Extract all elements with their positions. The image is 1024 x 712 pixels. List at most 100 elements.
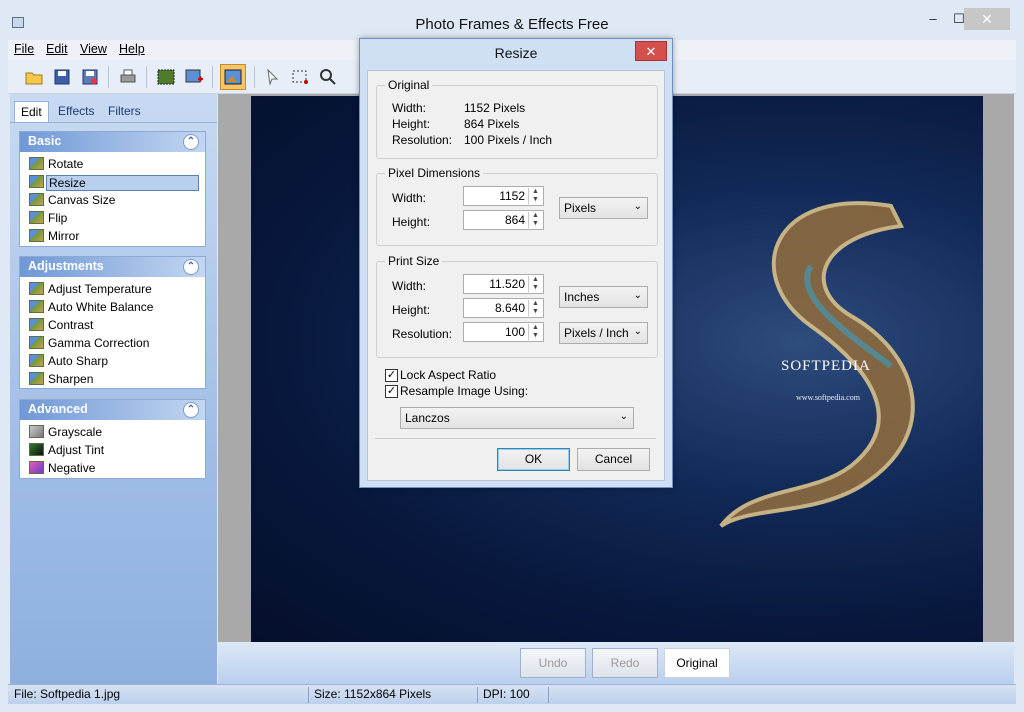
group-advanced-header[interactable]: Advanced ⌃: [20, 400, 205, 420]
tool-label: Auto White Balance: [48, 300, 154, 314]
tab-edit[interactable]: Edit: [14, 101, 49, 123]
tool-label: Mirror: [48, 229, 80, 243]
lock-aspect-checkbox[interactable]: ✓: [385, 369, 398, 382]
pixel-dimensions-legend: Pixel Dimensions: [385, 166, 484, 180]
tool-canvas-size[interactable]: Canvas Size: [20, 191, 205, 209]
pixel-width-label: Width:: [392, 191, 427, 205]
rotate-icon: [29, 157, 44, 170]
original-group: Original Width: 1152 Pixels Height: 864 …: [376, 78, 658, 159]
spinner-arrows-icon[interactable]: ▲ ▼: [528, 300, 542, 316]
tool-label: Contrast: [48, 318, 94, 332]
tool-label: Grayscale: [48, 425, 103, 439]
pointer-icon[interactable]: [262, 67, 282, 87]
tool-resize[interactable]: Resize: [20, 173, 205, 191]
redo-button[interactable]: Redo: [592, 648, 658, 678]
dialog-close-button[interactable]: ✕: [635, 41, 667, 61]
tool-adjust-temperature[interactable]: Adjust Temperature: [20, 280, 205, 298]
side-panel: Edit Effects Filters Basic ⌃ Rotate Resiz…: [10, 94, 217, 684]
original-resolution-value: 100 Pixels / Inch: [464, 133, 553, 147]
mirror-icon: [29, 229, 44, 242]
status-divider: [548, 687, 549, 703]
tool-contrast[interactable]: Contrast: [20, 316, 205, 334]
save-as-icon[interactable]: [80, 67, 100, 87]
pixel-height-spinner[interactable]: 864 ▲ ▼: [463, 210, 544, 230]
collapse-icon[interactable]: ⌃: [183, 402, 199, 418]
spinner-arrows-icon[interactable]: ▲ ▼: [528, 324, 542, 340]
window-title: Photo Frames & Effects Free: [415, 16, 609, 33]
undo-button[interactable]: Undo: [520, 648, 586, 678]
tool-negative[interactable]: Negative: [20, 459, 205, 477]
chevron-down-icon: ⌄: [619, 411, 628, 422]
image-watermark: SOFTPEDIA: [781, 358, 871, 374]
select-value: Lanczos: [405, 411, 450, 425]
spinner-arrows-icon[interactable]: ▲ ▼: [528, 212, 542, 228]
print-unit-select[interactable]: Inches ⌄: [559, 286, 648, 308]
zoom-icon[interactable]: [318, 67, 338, 87]
menu-edit[interactable]: Edit: [46, 42, 68, 56]
tool-sharpen[interactable]: Sharpen: [20, 370, 205, 388]
toolbar-separator: [146, 66, 147, 88]
tool-label: Adjust Temperature: [48, 282, 152, 296]
tool-label: Sharpen: [48, 372, 94, 386]
tool-flip[interactable]: Flip: [20, 209, 205, 227]
group-basic-header[interactable]: Basic ⌃: [20, 132, 205, 152]
tab-effects[interactable]: Effects: [52, 101, 100, 123]
tool-rotate[interactable]: Rotate: [20, 155, 205, 173]
tool-auto-white-balance[interactable]: Auto White Balance: [20, 298, 205, 316]
group-title: Adjustments: [28, 259, 104, 273]
temperature-icon: [29, 282, 44, 295]
pixel-width-spinner[interactable]: 1152 ▲ ▼: [463, 186, 544, 206]
status-divider: [477, 687, 478, 703]
status-dpi: DPI: 100: [483, 687, 530, 701]
tool-gamma-correction[interactable]: Gamma Correction: [20, 334, 205, 352]
rect-select-icon[interactable]: [290, 67, 310, 87]
canvas-size-icon: [29, 193, 44, 206]
save-icon[interactable]: [52, 67, 72, 87]
tool-grayscale[interactable]: Grayscale: [20, 423, 205, 441]
open-folder-icon[interactable]: [24, 67, 44, 87]
tab-filters[interactable]: Filters: [102, 101, 147, 123]
print-resolution-spinner[interactable]: 100 ▲ ▼: [463, 322, 544, 342]
resample-method-select[interactable]: Lanczos ⌄: [400, 407, 634, 429]
ok-button[interactable]: OK: [497, 448, 570, 471]
print-width-spinner[interactable]: 11.520 ▲ ▼: [463, 274, 544, 294]
close-button[interactable]: ✕: [964, 8, 1010, 30]
tint-icon: [29, 443, 44, 456]
original-width-label: Width:: [392, 101, 427, 115]
print-size-legend: Print Size: [385, 254, 443, 268]
gamma-icon: [29, 336, 44, 349]
menu-help[interactable]: Help: [119, 42, 145, 56]
select-value: Inches: [564, 290, 600, 304]
original-button[interactable]: Original: [664, 648, 730, 678]
collapse-icon[interactable]: ⌃: [183, 134, 199, 150]
tool-auto-sharp[interactable]: Auto Sharp: [20, 352, 205, 370]
tool-adjust-tint[interactable]: Adjust Tint: [20, 441, 205, 459]
active-tool-icon[interactable]: [220, 64, 246, 90]
spinner-value: 864: [504, 213, 525, 227]
toolbar-separator: [212, 66, 213, 88]
menu-file[interactable]: File: [14, 42, 34, 56]
tool-label: Rotate: [48, 157, 84, 171]
chevron-down-icon: ⌄: [633, 326, 642, 337]
resample-checkbox[interactable]: ✓: [385, 385, 398, 398]
spinner-arrows-icon[interactable]: ▲ ▼: [528, 276, 542, 292]
menu-view[interactable]: View: [80, 42, 107, 56]
toolbar-separator: [108, 66, 109, 88]
spinner-value: 8.640: [494, 301, 525, 315]
tool-mirror[interactable]: Mirror: [20, 227, 205, 245]
toolbar-separator: [254, 66, 255, 88]
tool-label: Auto Sharp: [48, 354, 109, 368]
collapse-icon[interactable]: ⌃: [183, 259, 199, 275]
group-title: Basic: [28, 134, 62, 148]
minimize-button[interactable]: –: [920, 10, 946, 28]
group-adjustments-header[interactable]: Adjustments ⌃: [20, 257, 205, 277]
spinner-arrows-icon[interactable]: ▲ ▼: [528, 188, 542, 204]
print-height-spinner[interactable]: 8.640 ▲ ▼: [463, 298, 544, 318]
cancel-button[interactable]: Cancel: [577, 448, 650, 471]
print-icon[interactable]: [118, 67, 138, 87]
tab-divider: [10, 122, 217, 123]
add-image-icon[interactable]: [184, 67, 204, 87]
pixel-unit-select[interactable]: Pixels ⌄: [559, 197, 648, 219]
select-frame-icon[interactable]: [156, 67, 176, 87]
resolution-unit-select[interactable]: Pixels / Inch ⌄: [559, 322, 648, 344]
